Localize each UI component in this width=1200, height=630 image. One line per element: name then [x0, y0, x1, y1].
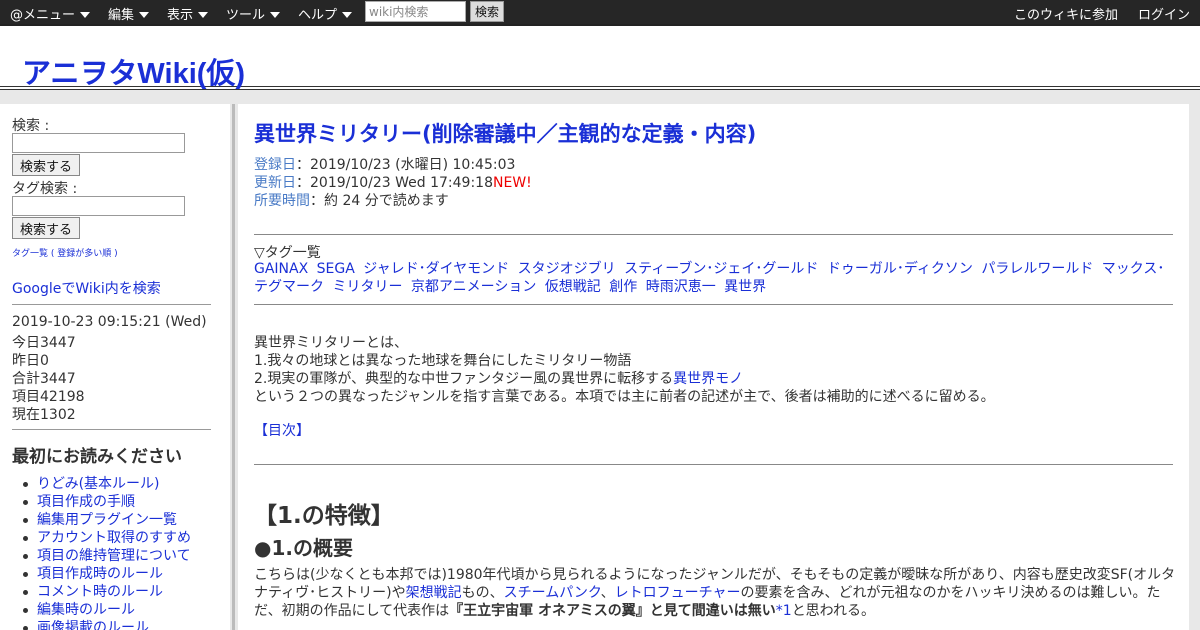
stat-total: 合計3447 — [12, 371, 76, 387]
intro-line: 2.現実の軍隊が、典型的な中世ファンタジー風の異世界に転移する異世界モノ — [254, 368, 743, 388]
divider — [254, 234, 1173, 235]
stat-today: 今日3447 — [12, 335, 76, 351]
sidebar: 検索 : 検索する タグ検索 : 検索する タグ一覧 ( 登録が多い順 ) Go… — [0, 104, 230, 630]
menu-view-label: 表示 — [167, 8, 194, 23]
join-wiki-link[interactable]: このウィキに参加 — [1014, 4, 1118, 23]
menu-edit-label: 編集 — [108, 8, 135, 23]
chevron-down-icon — [270, 11, 281, 18]
registered-value: ：2019/10/23 (水曜日) 10:45:03 — [296, 157, 516, 173]
wiki-search-input[interactable] — [365, 1, 466, 22]
site-header: アニヲタWiki(仮) — [0, 24, 1200, 90]
tag-link[interactable]: ドゥーガル･ディクソン — [827, 261, 973, 277]
intro-line: という２つの異なったジャンルを指す言葉である。本項では主に前者の記述が主で、後者… — [254, 389, 995, 405]
stat-items: 項目42198 — [12, 389, 85, 405]
chevron-down-icon — [80, 11, 91, 18]
sidebar-link-creation-steps[interactable]: 項目作成の手順 — [23, 493, 191, 511]
isekai-link[interactable]: 異世界モノ — [673, 371, 743, 387]
updated-label: 更新日 — [254, 175, 296, 191]
footnote-link[interactable]: *1 — [776, 603, 792, 619]
menu-edit[interactable]: 編集 — [108, 4, 150, 23]
tag-link[interactable]: ジャレド･ダイヤモンド — [363, 261, 509, 277]
page-title[interactable]: 異世界ミリタリー(削除審議中／主観的な定義・内容) — [254, 118, 756, 148]
intro-text: 2.現実の軍隊が、典型的な中世ファンタジー風の異世界に転移する — [254, 371, 674, 387]
reading-time: 所要時間：約 24 分で読めます — [254, 190, 449, 210]
tag-link[interactable]: 異世界 — [724, 279, 766, 295]
tag-list-link[interactable]: タグ一覧 ( 登録が多い順 ) — [12, 246, 118, 259]
login-link[interactable]: ログイン — [1138, 4, 1190, 23]
section-heading: 【1.の特徴】 — [254, 503, 394, 529]
tag-link[interactable]: スタジオジブリ — [518, 261, 616, 277]
google-search-link[interactable]: GoogleでWiki内を検索 — [12, 278, 161, 298]
tags-heading[interactable]: ▽タグ一覧 — [254, 242, 321, 262]
readtime-label: 所要時間 — [254, 193, 310, 209]
retrofuture-link[interactable]: レトロフューチャー — [615, 585, 741, 601]
tag-link[interactable]: 仮想戦記 — [545, 279, 601, 295]
para-text: と思われる。 — [791, 603, 875, 619]
updated-value: ：2019/10/23 Wed 17:49:18 — [296, 175, 493, 191]
tag-search-label: タグ検索 : — [12, 181, 78, 197]
divider — [12, 429, 211, 430]
readtime-value: ：約 24 分で読めます — [310, 193, 449, 209]
registered-label: 登録日 — [254, 157, 296, 173]
sidebar-link-basic-rules[interactable]: りどみ(基本ルール) — [23, 475, 191, 493]
stat-yesterday: 昨日0 — [12, 353, 49, 369]
sidebar-search-button[interactable]: 検索する — [12, 154, 81, 176]
para-bold: 『王立宇宙軍 オネアミスの翼』と見て間違いは無い — [449, 603, 776, 619]
sidebar-search-input[interactable] — [12, 133, 185, 153]
menu-help[interactable]: ヘルプ — [298, 4, 353, 23]
sidebar-link-image-rules[interactable]: 画像掲載のルール — [23, 619, 191, 630]
read-first-list: りどみ(基本ルール) 項目作成の手順 編集用プラグイン一覧 アカウント取得のすす… — [23, 475, 191, 630]
intro-line: 1.我々の地球とは異なった地球を舞台にしたミリタリー物語 — [254, 353, 632, 369]
divider — [254, 304, 1173, 305]
wiki-search-button[interactable]: 検索 — [470, 1, 505, 22]
tag-list: GAINAX SEGA ジャレド･ダイヤモンド スタジオジブリ スティーブン･ジ… — [254, 260, 1173, 296]
top-menu-bar: @メニュー 編集 表示 ツール ヘルプ 検索 このウィキに参加 ログイン — [0, 0, 1200, 24]
tag-search-input[interactable] — [12, 196, 185, 216]
sidebar-link-plugin-list[interactable]: 編集用プラグイン一覧 — [23, 511, 191, 529]
registered-date: 登録日：2019/10/23 (水曜日) 10:45:03 — [254, 154, 515, 174]
new-badge: NEW! — [493, 175, 532, 191]
tag-link[interactable]: 創作 — [609, 279, 637, 295]
sidebar-link-maintenance[interactable]: 項目の維持管理について — [23, 547, 191, 565]
menu-help-label: ヘルプ — [298, 8, 338, 23]
tag-link[interactable]: 京都アニメーション — [411, 279, 536, 295]
subsection-heading: ●1.の概要 — [254, 536, 353, 560]
article-body: 異世界ミリタリー(削除審議中／主観的な定義・内容) 登録日：2019/10/23… — [238, 104, 1189, 630]
menu-tools-label: ツール — [226, 8, 266, 23]
updated-date: 更新日：2019/10/23 Wed 17:49:18NEW! — [254, 172, 532, 192]
menu-tools[interactable]: ツール — [226, 4, 281, 23]
tag-link[interactable]: 時雨沢恵一 — [646, 279, 716, 295]
toc-link[interactable]: 【目次】 — [254, 420, 310, 440]
kaso-senki-link[interactable]: 架想戦記 — [406, 585, 462, 601]
para-text: 、 — [600, 585, 615, 601]
tag-link[interactable]: ミリタリー — [332, 279, 402, 295]
stat-current: 現在1302 — [12, 407, 76, 423]
sidebar-link-creation-rules[interactable]: 項目作成時のルール — [23, 565, 191, 583]
column-divider — [232, 104, 235, 630]
intro-line: 異世界ミリタリーとは、 — [254, 335, 408, 351]
sidebar-link-edit-rules[interactable]: 編集時のルール — [23, 601, 191, 619]
menu-main[interactable]: @メニュー — [10, 4, 91, 23]
site-title[interactable]: アニヲタWiki(仮) — [22, 50, 245, 92]
read-first-heading: 最初にお読みください — [12, 447, 182, 467]
chevron-down-icon — [139, 11, 150, 18]
sidebar-link-account[interactable]: アカウント取得のすすめ — [23, 529, 191, 547]
overview-paragraph: こちらは(少なくとも本邦では)1980年代頃から見られるようになったジャンルだが… — [254, 566, 1179, 620]
chevron-down-icon — [342, 11, 353, 18]
tag-link[interactable]: SEGA — [317, 261, 355, 277]
tag-link[interactable]: パラレルワールド — [981, 261, 1093, 277]
search-label: 検索 : — [12, 118, 50, 134]
tag-search-button[interactable]: 検索する — [12, 217, 81, 239]
divider — [12, 304, 211, 305]
sidebar-link-comment-rules[interactable]: コメント時のルール — [23, 583, 191, 601]
menu-view[interactable]: 表示 — [167, 4, 209, 23]
stat-datetime: 2019-10-23 09:15:21 (Wed) — [12, 314, 207, 330]
para-text: もの、 — [461, 585, 504, 601]
tag-link[interactable]: スティーブン･ジェイ･グールド — [624, 261, 818, 277]
steampunk-link[interactable]: スチームパンク — [504, 585, 601, 601]
divider — [254, 464, 1173, 465]
tag-link[interactable]: GAINAX — [254, 261, 308, 277]
chevron-down-icon — [198, 11, 209, 18]
menu-main-label: @メニュー — [10, 8, 76, 23]
